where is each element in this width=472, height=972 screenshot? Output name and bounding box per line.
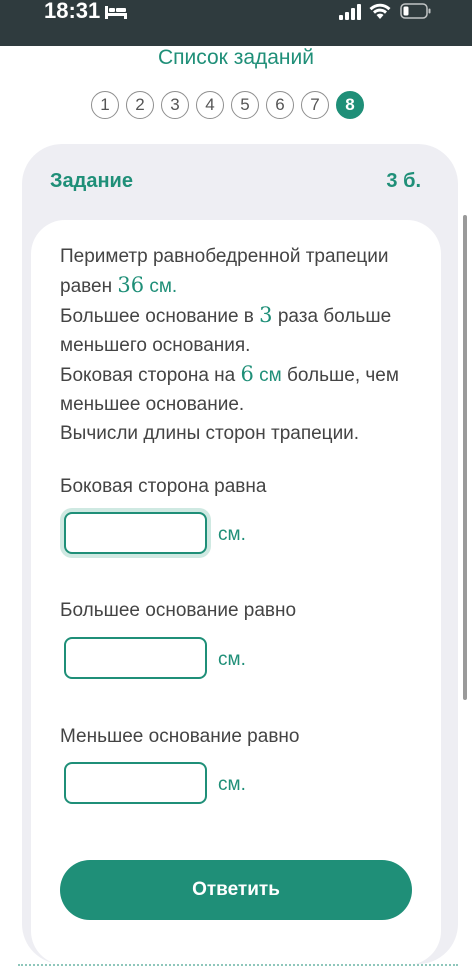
page-button-7[interactable]: 7: [301, 91, 329, 119]
lateral-side-input[interactable]: [64, 512, 207, 554]
larger-base-label: Большее основание равно: [60, 600, 297, 621]
lateral-side-unit: см.: [218, 524, 246, 545]
page-button-6[interactable]: 6: [266, 91, 294, 119]
page-button-3[interactable]: 3: [161, 91, 189, 119]
perimeter-value: 36: [117, 273, 145, 297]
difference-unit: см: [253, 365, 282, 386]
clock: 18:31: [44, 0, 101, 23]
problem-question: Вычисли длины сторон трапеции.: [60, 423, 360, 444]
page-button-5[interactable]: 5: [231, 91, 259, 119]
page-button-1[interactable]: 1: [91, 91, 119, 119]
smaller-base-unit: см.: [218, 774, 246, 795]
problem-sentence-3: Боковая сторона на: [60, 365, 241, 386]
smaller-base-input[interactable]: [64, 762, 207, 804]
submit-answer-button[interactable]: Ответить: [60, 860, 412, 920]
status-bar: 18:31: [0, 0, 472, 46]
battery-icon: [400, 3, 432, 24]
task-heading: Задание: [50, 170, 133, 192]
task-pager: 12345678: [91, 91, 364, 121]
page-button-4[interactable]: 4: [196, 91, 224, 119]
problem-sentence-1: Периметр равнобедренной трапеции равен: [60, 246, 389, 297]
ratio-value: 3: [259, 303, 273, 327]
cellular-signal-icon: [338, 4, 362, 25]
page-button-8[interactable]: 8: [336, 91, 364, 119]
difference-value: 6: [240, 362, 254, 386]
page-button-2[interactable]: 2: [126, 91, 154, 119]
task-points: 3 б.: [386, 170, 421, 192]
perimeter-unit: см.: [144, 276, 178, 297]
scrollbar[interactable]: [463, 215, 467, 700]
wifi-icon: [368, 2, 392, 25]
task-list-title[interactable]: Список заданий: [0, 44, 472, 72]
bottom-divider: [18, 964, 458, 966]
problem-text: Периметр равнобедренной трапеции равен 3…: [60, 242, 410, 448]
smaller-base-label: Меньшее основание равно: [60, 726, 300, 747]
lateral-side-label: Боковая сторона равна: [60, 476, 267, 497]
larger-base-unit: см.: [218, 649, 246, 670]
larger-base-input[interactable]: [64, 637, 207, 679]
problem-sentence-2: Большее основание в: [60, 306, 260, 327]
sleep-bed-icon: [104, 4, 128, 25]
